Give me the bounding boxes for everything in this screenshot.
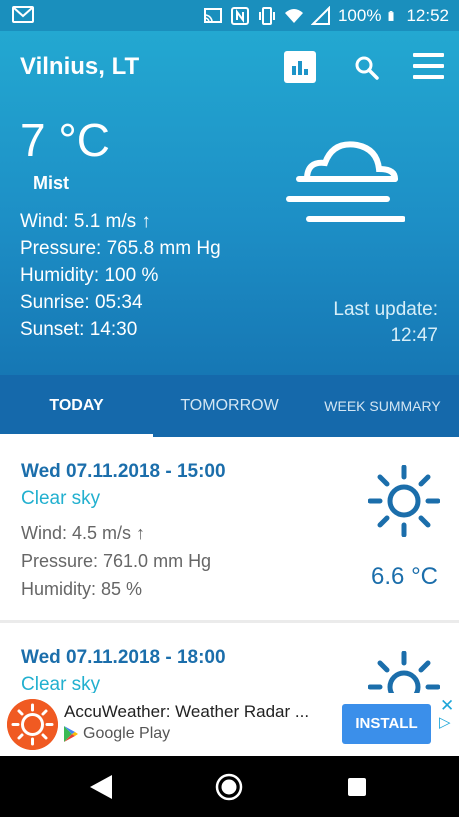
current-wind: Wind: 5.1 m/s ↑ — [20, 211, 151, 232]
app-header: Vilnius, LT 7 °C Mist Wind: 5.1 m/s ↑ Pr… — [0, 31, 459, 375]
install-button[interactable]: INSTALL — [342, 704, 431, 744]
ad-banner[interactable]: AccuWeather: Weather Radar ... Google Pl… — [0, 693, 459, 756]
forecast-wind: Wind: 4.5 m/s ↑ — [21, 523, 146, 543]
tab-today[interactable]: TODAY — [0, 375, 153, 437]
forecast-list[interactable]: Wed 07.11.2018 - 15:00 Clear sky Wind: 4… — [0, 437, 459, 693]
tab-bar: TODAY TOMORROW WEEK SUMMARY — [0, 375, 459, 437]
sun-icon — [368, 651, 440, 693]
wifi-icon — [284, 9, 303, 23]
tab-tomorrow[interactable]: TOMORROW — [153, 375, 306, 437]
battery-icon — [389, 11, 394, 21]
forecast-description: Clear sky — [21, 674, 101, 693]
forecast-card[interactable]: Wed 07.11.2018 - 15:00 Clear sky Wind: 4… — [0, 437, 459, 620]
forecast-date: Wed 07.11.2018 - 18:00 — [21, 647, 226, 668]
ad-choices-icon[interactable]: ▷ — [439, 713, 451, 731]
forecast-humidity: Humidity: 85 % — [21, 579, 143, 599]
navigation-bar — [0, 756, 459, 817]
search-icon[interactable] — [354, 55, 380, 81]
forecast-temperature: 6.6 °C — [371, 563, 438, 590]
accuweather-logo — [7, 699, 58, 750]
forecast-details: Wind: 4.5 m/s ↑ Pressure: 761.0 mm Hg Hu… — [21, 519, 211, 603]
last-update-label: Last update: — [333, 299, 438, 320]
ad-store: Google Play — [64, 725, 170, 743]
current-humidity: Humidity: 100 % — [20, 265, 159, 286]
mist-icon — [286, 141, 405, 222]
chart-icon[interactable] — [284, 51, 316, 83]
status-icons: 100% 12:52 — [203, 5, 449, 27]
forecast-date: Wed 07.11.2018 - 15:00 — [21, 461, 226, 482]
last-update-time: 12:47 — [390, 325, 438, 346]
tab-week-summary[interactable]: WEEK SUMMARY — [306, 375, 459, 437]
current-condition: Mist — [33, 173, 69, 193]
sun-icon — [368, 465, 440, 537]
nfc-icon — [230, 7, 249, 25]
current-sunset: Sunset: 14:30 — [20, 319, 138, 340]
toolbar: Vilnius, LT — [0, 31, 459, 103]
current-temperature: 7 °C — [20, 114, 110, 166]
current-weather: 7 °C Mist Wind: 5.1 m/s ↑ Pressure: 765.… — [20, 117, 221, 343]
status-bar: 100% 12:52 — [0, 0, 459, 31]
last-update: Last update: 12:47 — [333, 297, 438, 349]
home-icon[interactable] — [215, 773, 243, 801]
menu-icon[interactable] — [413, 53, 444, 81]
current-details: Wind: 5.1 m/s ↑ Pressure: 765.8 mm Hg Hu… — [20, 208, 221, 343]
ad-title: AccuWeather: Weather Radar ... — [64, 702, 310, 721]
google-play-icon — [64, 726, 78, 742]
forecast-description: Clear sky — [21, 488, 101, 509]
battery-percent: 100% — [337, 6, 382, 25]
forecast-pressure: Pressure: 761.0 mm Hg — [21, 551, 212, 571]
recents-icon[interactable] — [347, 777, 367, 797]
clock: 12:52 — [406, 6, 449, 25]
ad-store-label: Google Play — [83, 725, 171, 742]
vibrate-icon — [258, 7, 275, 25]
current-sunrise: Sunrise: 05:34 — [20, 292, 143, 313]
mail-icon — [12, 6, 34, 23]
signal-icon — [310, 6, 330, 25]
back-icon[interactable] — [90, 775, 112, 799]
current-pressure: Pressure: 765.8 mm Hg — [20, 238, 221, 259]
city-title: Vilnius, LT — [20, 53, 140, 80]
forecast-card[interactable]: Wed 07.11.2018 - 18:00 Clear sky — [0, 623, 459, 693]
cast-icon — [203, 8, 222, 23]
